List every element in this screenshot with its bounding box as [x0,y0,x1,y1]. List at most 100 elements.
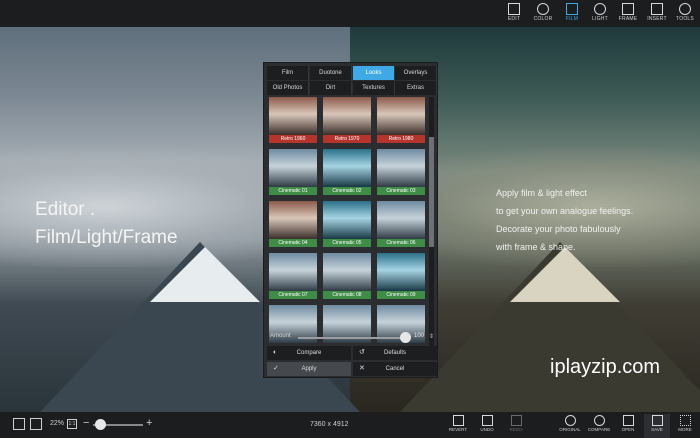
look-thumb[interactable]: Cinematic 07 [269,253,317,299]
compare-view-label: COMPARE [587,427,611,432]
description-line-2: to get your own analogue feelings. [496,206,634,216]
look-thumb-image [323,201,371,239]
look-thumb-label: Retro 1980 [377,135,425,143]
look-thumb[interactable]: Retro 1970 [323,97,371,143]
save-label: SAVE [651,427,663,432]
tab-old-photos[interactable]: Old Photos [267,81,309,95]
look-thumb-image [323,97,371,135]
edit-tool[interactable]: EDIT [501,2,527,26]
compare-view-icon [593,415,605,426]
look-thumb[interactable]: Cinematic 01 [269,149,317,195]
look-thumb[interactable]: Retro 1980 [377,97,425,143]
zoom-out-button[interactable]: − [83,417,89,429]
tab-duotone[interactable]: Duotone [310,66,352,80]
film-tool-label: FILM [565,16,579,22]
revert-icon [452,415,464,426]
tab-film[interactable]: Film [267,66,309,80]
tab-extras[interactable]: Extras [395,81,437,95]
defaults-button[interactable]: ↺ Defaults [353,346,437,360]
light-icon [594,3,606,15]
redo-button[interactable]: REDO [503,414,529,438]
look-thumb-image [377,253,425,291]
revert-label: REVERT [448,427,468,432]
edit-tool-label: EDIT [507,16,521,22]
revert-button[interactable]: REVERT [445,414,471,438]
insert-icon [651,3,663,15]
save-button[interactable]: SAVE [644,414,670,438]
look-thumb-label: Cinematic 02 [323,187,371,195]
look-thumb[interactable]: Cinematic 03 [377,149,425,195]
compare-button[interactable]: ◐ Compare [267,346,351,360]
amount-slider-track[interactable] [298,337,408,339]
insert-tool-label: INSERT [647,16,667,22]
looks-scrollbar[interactable] [429,97,434,359]
redo-icon [510,415,522,426]
frame-tool-label: FRAME [618,16,638,22]
snow-peak-right [510,247,620,302]
look-thumb-image [269,97,317,135]
look-thumb[interactable]: Cinematic 04 [269,201,317,247]
split-view-icon[interactable] [30,418,42,430]
look-thumb-label: Cinematic 08 [323,291,371,299]
open-label: OPEN [621,427,635,432]
look-thumb[interactable] [269,305,317,351]
look-thumb-label: Cinematic 03 [377,187,425,195]
look-thumb[interactable]: Cinematic 02 [323,149,371,195]
apply-button[interactable]: ✓ Apply [267,362,351,376]
more-icon [679,415,691,426]
reset-icon: ↺ [359,349,365,356]
grid-icon[interactable] [13,418,25,430]
look-thumb[interactable]: Cinematic 05 [323,201,371,247]
frame-tool[interactable]: FRAME [615,2,641,26]
look-thumb[interactable]: Retro 1960 [269,97,317,143]
film-tool[interactable]: FILM [559,2,585,26]
tab-looks[interactable]: Looks [353,66,395,80]
apply-button-label: Apply [301,366,317,372]
apply-cancel-row: ✓ Apply ✕ Cancel [267,362,437,376]
more-button[interactable]: MORE [672,414,698,438]
open-button[interactable]: OPEN [615,414,641,438]
look-thumb[interactable]: Cinematic 09 [377,253,425,299]
look-thumb-label: Cinematic 07 [269,291,317,299]
tools-icon [679,3,691,15]
color-tool[interactable]: COLOR [530,2,556,26]
scrollbar-thumb[interactable] [429,137,434,247]
cancel-button[interactable]: ✕ Cancel [353,362,437,376]
look-thumb-label: Retro 1970 [323,135,371,143]
tab-textures[interactable]: Textures [353,81,395,95]
compare-defaults-row: ◐ Compare ↺ Defaults [267,346,437,360]
light-tool-label: LIGHT [592,16,608,22]
zoom-actual-size-button[interactable]: 1:1 [67,419,77,429]
undo-button[interactable]: UNDO [474,414,500,438]
look-thumb-image [269,149,317,187]
watermark: iplayzip.com [550,356,661,378]
look-thumb[interactable]: Cinematic 06 [377,201,425,247]
look-thumb-image [323,253,371,291]
tools-tool-label: TOOLS [676,16,694,22]
look-thumb[interactable] [377,305,425,351]
tools-tool[interactable]: TOOLS [672,2,698,26]
zoom-in-button[interactable]: + [146,417,152,429]
look-thumb-image [377,149,425,187]
save-icon [651,415,663,426]
top-toolbar: EDIT COLOR FILM LIGHT FRAME INSERT TOOLS [0,0,700,27]
color-icon [537,3,549,15]
amount-value: 100 [414,333,425,339]
tab-overlays[interactable]: Overlays [395,66,437,80]
insert-tool[interactable]: INSERT [644,2,670,26]
look-thumb-image [323,149,371,187]
amount-stepper-icon[interactable]: ⇕ [429,333,434,340]
tab-dirt[interactable]: Dirt [310,81,352,95]
look-thumb-label: Cinematic 09 [377,291,425,299]
look-thumb[interactable] [323,305,371,351]
amount-slider-handle[interactable] [400,332,411,343]
look-thumb-label: Cinematic 04 [269,239,317,247]
compare-view-button[interactable]: COMPARE [586,414,612,438]
close-icon: ✕ [359,365,365,372]
zoom-slider-handle[interactable] [95,419,106,430]
description-line-3: Decorate your photo fabulously [496,224,621,234]
look-thumb[interactable]: Cinematic 08 [323,253,371,299]
tab-row-1: Film Duotone Looks Overlays [267,66,437,80]
light-tool[interactable]: LIGHT [587,2,613,26]
original-button[interactable]: ORIGINAL [557,414,583,438]
